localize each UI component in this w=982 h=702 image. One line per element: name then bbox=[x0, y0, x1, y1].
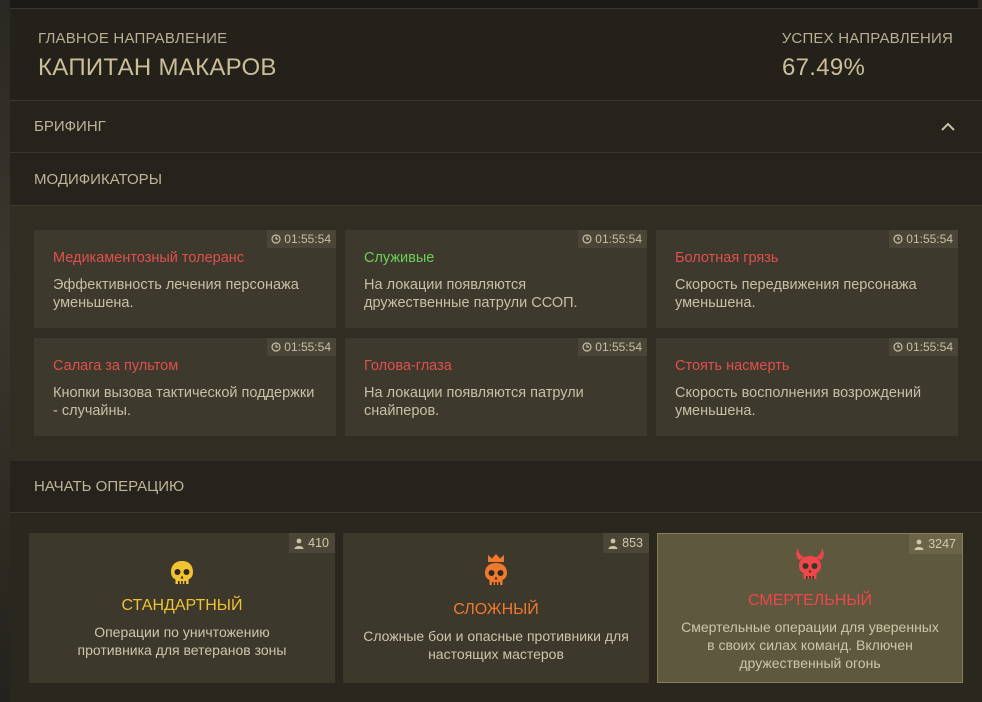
modifiers-grid: 01:55:54 Медикаментозный толеранс Эффект… bbox=[10, 206, 982, 461]
horned-skull-icon bbox=[793, 546, 827, 589]
modifier-timer: 01:55:54 bbox=[578, 230, 647, 248]
modifier-title: Служивые bbox=[364, 250, 435, 266]
difficulty-description: Сложные бои и опасные противники для нас… bbox=[363, 628, 629, 662]
modifier-card: 01:55:54 Голова-глаза На локации появляю… bbox=[345, 338, 647, 436]
clock-icon bbox=[893, 342, 903, 352]
crowned-skull-icon bbox=[482, 553, 510, 594]
modifier-description: Кнопки вызова тактической поддержки - сл… bbox=[53, 385, 315, 419]
success-label: УСПЕХ НАПРАВЛЕНИЯ bbox=[781, 30, 953, 47]
modifier-description: Эффективность лечения персонажа уменьшен… bbox=[53, 277, 299, 311]
difficulty-name: СТАНДАРТНЫЙ bbox=[121, 597, 243, 614]
difficulty-standard-button[interactable]: 410 СТАНДАРТНЫЙ Операции по уничтожению … bbox=[29, 533, 335, 683]
timer-value: 01:55:54 bbox=[595, 340, 642, 354]
difficulty-deadly-button[interactable]: 3247 СМЕРТЕЛЬНЫЙ Смертельные операции дл… bbox=[657, 533, 963, 683]
modifier-title: Салага за пультом bbox=[53, 358, 179, 374]
clock-icon bbox=[582, 342, 592, 352]
success-value: 67.49% bbox=[782, 54, 866, 81]
modifier-card: 01:55:54 Болотная грязь Скорость передви… bbox=[656, 230, 958, 328]
modifier-description: Скорость передвижения персонажа уменьшен… bbox=[675, 277, 917, 311]
start-operation-title: НАЧАТЬ ОПЕРАЦИЮ bbox=[34, 478, 185, 495]
skull-icon bbox=[168, 559, 196, 594]
difficulty-hard-button[interactable]: 853 СЛОЖНЫЙ Сложные бои и опасные против… bbox=[343, 533, 649, 683]
timer-value: 01:55:54 bbox=[595, 232, 642, 246]
modifier-title: Медикаментозный толеранс bbox=[53, 250, 245, 266]
timer-value: 01:55:54 bbox=[906, 340, 953, 354]
main-direction-value: КАПИТАН МАКАРОВ bbox=[38, 54, 277, 81]
main-direction-label: ГЛАВНОЕ НАПРАВЛЕНИЕ bbox=[38, 30, 228, 47]
timer-value: 01:55:54 bbox=[284, 232, 331, 246]
modifiers-header: МОДИФИКАТОРЫ bbox=[10, 154, 982, 206]
timer-value: 01:55:54 bbox=[906, 232, 953, 246]
modifier-title: Стоять насмерть bbox=[675, 358, 790, 374]
person-icon bbox=[294, 538, 304, 549]
difficulty-name: СЛОЖНЫЙ bbox=[453, 601, 539, 618]
difficulty-description: Смертельные операции для уверенных в сво… bbox=[681, 619, 939, 671]
player-count-value: 410 bbox=[308, 536, 329, 550]
player-count: 3247 bbox=[909, 534, 962, 554]
modifier-card: 01:55:54 Салага за пультом Кнопки вызова… bbox=[34, 338, 336, 436]
person-icon bbox=[608, 538, 618, 549]
clock-icon bbox=[582, 234, 592, 244]
modifiers-title: МОДИФИКАТОРЫ bbox=[34, 171, 162, 188]
chevron-up-icon[interactable] bbox=[938, 117, 958, 137]
clock-icon bbox=[271, 234, 281, 244]
modifier-title: Болотная грязь bbox=[675, 250, 779, 266]
clock-icon bbox=[893, 234, 903, 244]
modifier-timer: 01:55:54 bbox=[889, 230, 958, 248]
modifier-card: 01:55:54 Служивые На локации появляются … bbox=[345, 230, 647, 328]
modifier-timer: 01:55:54 bbox=[267, 230, 336, 248]
direction-header: ГЛАВНОЕ НАПРАВЛЕНИЕ КАПИТАН МАКАРОВ УСПЕ… bbox=[10, 9, 982, 101]
modifier-description: На локации появляются дружественные патр… bbox=[364, 277, 578, 311]
modifier-timer: 01:55:54 bbox=[889, 338, 958, 356]
modifier-title: Голова-глаза bbox=[364, 358, 452, 374]
player-count: 853 bbox=[603, 533, 649, 553]
difficulty-name: СМЕРТЕЛЬНЫЙ bbox=[748, 592, 872, 609]
background-edge-left bbox=[0, 0, 10, 702]
modifier-timer: 01:55:54 bbox=[578, 338, 647, 356]
player-count-value: 853 bbox=[622, 536, 643, 550]
operations-list: 410 СТАНДАРТНЫЙ Операции по уничтожению … bbox=[10, 513, 982, 702]
person-icon bbox=[914, 539, 924, 550]
player-count: 410 bbox=[289, 533, 335, 553]
modifier-card: 01:55:54 Стоять насмерть Скорость воспол… bbox=[656, 338, 958, 436]
modifier-description: На локации появляются патрули снайперов. bbox=[364, 385, 584, 419]
modifier-timer: 01:55:54 bbox=[267, 338, 336, 356]
modifier-description: Скорость восполнения возрождений уменьше… bbox=[675, 385, 922, 419]
briefing-section[interactable]: БРИФИНГ bbox=[10, 101, 982, 153]
briefing-title: БРИФИНГ bbox=[34, 118, 106, 135]
timer-value: 01:55:54 bbox=[284, 340, 331, 354]
clock-icon bbox=[271, 342, 281, 352]
operation-panel: ГЛАВНОЕ НАПРАВЛЕНИЕ КАПИТАН МАКАРОВ УСПЕ… bbox=[10, 8, 982, 702]
difficulty-description: Операции по уничтожению противника для в… bbox=[77, 624, 287, 658]
modifier-card: 01:55:54 Медикаментозный толеранс Эффект… bbox=[34, 230, 336, 328]
start-operation-header: НАЧАТЬ ОПЕРАЦИЮ bbox=[10, 461, 982, 513]
player-count-value: 3247 bbox=[928, 537, 956, 551]
